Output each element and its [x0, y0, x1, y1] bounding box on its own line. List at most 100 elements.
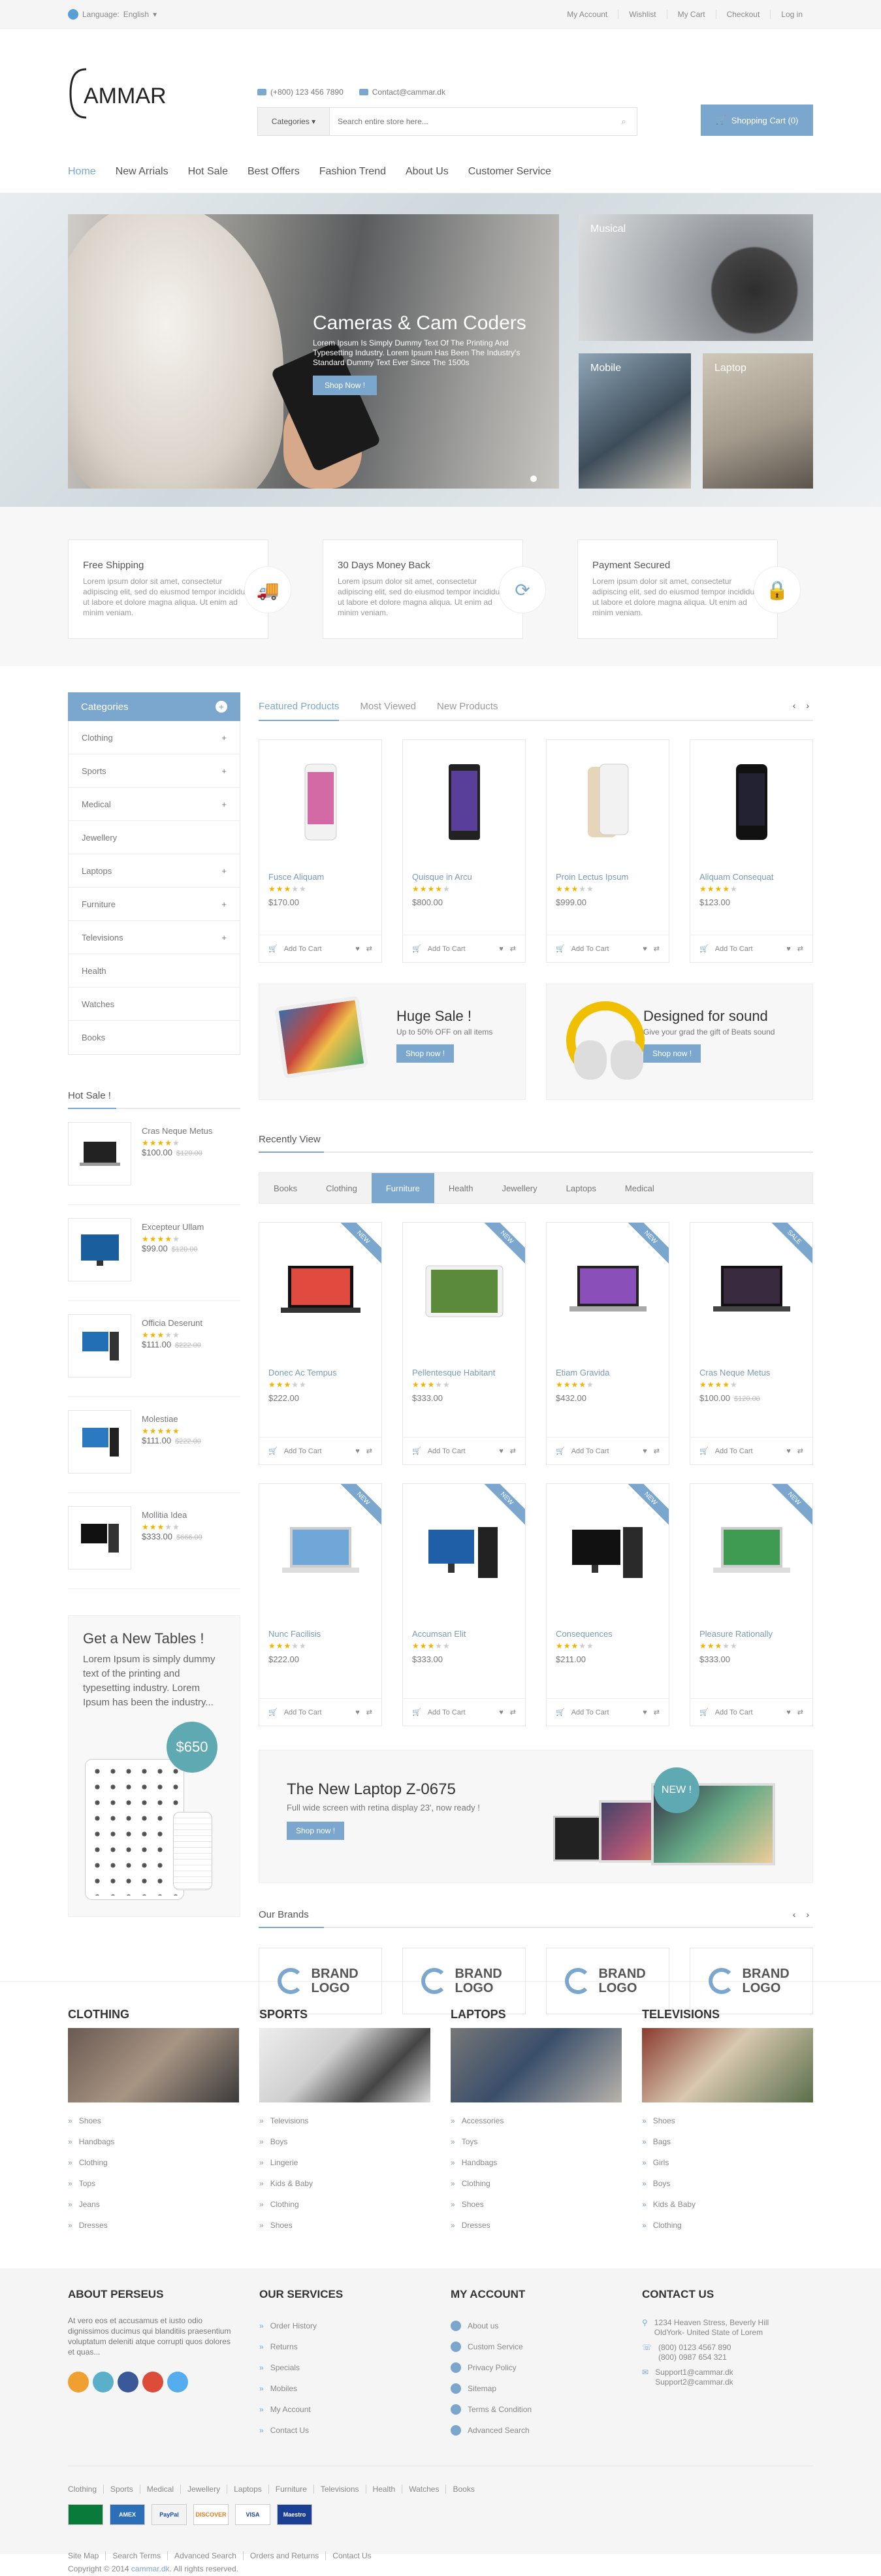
tile-mobile[interactable]: Mobile	[579, 353, 691, 489]
product-card[interactable]: SALE Cras Neque Metus ★★★★★ $100.00 $120.…	[690, 1222, 813, 1465]
my-account-link[interactable]: My Account	[556, 10, 618, 19]
facebook-icon[interactable]	[118, 2372, 138, 2392]
nav-hot-sale[interactable]: Hot Sale	[188, 166, 228, 178]
my-cart-link[interactable]: My Cart	[666, 10, 716, 19]
hero-slider[interactable]: Cameras & Cam Coders Lorem Ipsum Is Simp…	[68, 214, 559, 489]
compare-icon[interactable]: ⇄	[797, 1708, 803, 1716]
product-card[interactable]: Aliquam Consequat ★★★★★ $123.00 🛒 Add To …	[690, 739, 813, 963]
laptop-shop-button[interactable]: Shop now !	[287, 1822, 345, 1840]
filter-laptops[interactable]: Laptops	[552, 1173, 611, 1203]
brand-logo[interactable]: BRAND LOGO	[402, 1948, 526, 2014]
huge-sale-banner[interactable]: Huge Sale ! Up to 50% OFF on all items S…	[259, 984, 526, 1100]
nav-best-offers[interactable]: Best Offers	[248, 166, 300, 178]
compare-icon[interactable]: ⇄	[654, 944, 660, 953]
nav-about-us[interactable]: About Us	[406, 166, 449, 178]
desktop-thumbnail[interactable]	[68, 1410, 131, 1473]
filter-furniture[interactable]: Furniture	[371, 1173, 434, 1203]
televisions-image[interactable]	[642, 2028, 813, 2102]
category-health[interactable]: Health	[69, 954, 240, 988]
heart-icon[interactable]: ♥	[499, 1709, 504, 1716]
slider-dot[interactable]	[530, 475, 537, 482]
heart-icon[interactable]: ♥	[499, 1447, 504, 1455]
tab-most-viewed[interactable]: Most Viewed	[360, 701, 416, 712]
add-to-cart-button[interactable]: Add To Cart	[715, 1447, 780, 1455]
add-to-cart-button[interactable]: Add To Cart	[284, 1709, 349, 1716]
huge-sale-shop-button[interactable]: Shop now !	[396, 1044, 455, 1063]
phone-image[interactable]	[690, 740, 812, 864]
compare-icon[interactable]: ⇄	[797, 1447, 803, 1455]
login-link[interactable]: Log in	[770, 10, 813, 19]
compare-icon[interactable]: ⇄	[654, 1447, 660, 1455]
checkout-link[interactable]: Checkout	[715, 10, 771, 19]
product-card[interactable]: Proin Lectus Ipsum ★★★★★ $999.00 🛒 Add To…	[546, 739, 669, 963]
language-switcher[interactable]: Language: English ▾	[68, 9, 157, 20]
tab-featured-products[interactable]: Featured Products	[259, 701, 340, 721]
laptops-image[interactable]	[451, 2028, 622, 2102]
heart-icon[interactable]: ♥	[786, 1447, 791, 1455]
tile-laptop[interactable]: Laptop	[703, 353, 813, 489]
compare-icon[interactable]: ⇄	[797, 944, 803, 953]
new-laptop-banner[interactable]: The New Laptop Z-0675 Full wide screen w…	[259, 1750, 813, 1883]
add-to-cart-button[interactable]: Add To Cart	[284, 945, 349, 953]
compare-icon[interactable]: ⇄	[654, 1708, 660, 1716]
brand-logo[interactable]: BRAND LOGO	[546, 1948, 669, 2014]
filter-clothing[interactable]: Clothing	[312, 1173, 372, 1203]
product-card[interactable]: NEW Etiam Gravida ★★★★★ $432.00 🛒 Add To …	[546, 1222, 669, 1465]
nav-customer-service[interactable]: Customer Service	[468, 166, 551, 178]
hot-item[interactable]: Molestiae ★★★★★ $111.00 $222.00	[68, 1397, 240, 1493]
filter-health[interactable]: Health	[434, 1173, 488, 1203]
category-laptops[interactable]: Laptops +	[69, 854, 240, 888]
carousel-arrows[interactable]: ‹ ›	[793, 700, 813, 711]
wishlist-link[interactable]: Wishlist	[618, 10, 666, 19]
add-to-cart-button[interactable]: Add To Cart	[571, 1709, 637, 1716]
category-televisions[interactable]: Televisions +	[69, 921, 240, 954]
tv-thumbnail[interactable]	[68, 1218, 131, 1281]
heart-icon[interactable]: ♥	[786, 945, 791, 953]
compare-icon[interactable]: ⇄	[510, 1708, 516, 1716]
category-books[interactable]: Books	[69, 1021, 240, 1054]
heart-icon[interactable]: ♥	[355, 945, 360, 953]
brands-carousel-arrows[interactable]: ‹ ›	[793, 1909, 813, 1920]
sound-shop-button[interactable]: Shop now !	[643, 1044, 701, 1063]
add-to-cart-button[interactable]: Add To Cart	[284, 1447, 349, 1455]
skype-icon[interactable]	[93, 2372, 114, 2392]
search-category-select[interactable]: Categories ▾	[258, 108, 330, 135]
tablet-promo[interactable]: Get a New Tables ! Lorem Ipsum is simply…	[68, 1615, 240, 1917]
collapse-icon[interactable]: +	[216, 701, 227, 713]
add-to-cart-button[interactable]: Add To Cart	[715, 1709, 780, 1716]
heart-icon[interactable]: ♥	[499, 945, 504, 953]
heart-icon[interactable]: ♥	[643, 945, 647, 953]
brand-logo[interactable]: BRAND LOGO	[690, 1948, 813, 2014]
sound-banner[interactable]: Designed for sound Give your grad the gi…	[546, 984, 813, 1100]
category-jewellery[interactable]: Jewellery	[69, 821, 240, 854]
compare-icon[interactable]: ⇄	[366, 1447, 372, 1455]
add-to-cart-button[interactable]: Add To Cart	[428, 1709, 493, 1716]
cammar-logo[interactable]: AMMAR	[68, 64, 166, 123]
category-watches[interactable]: Watches	[69, 988, 240, 1021]
add-to-cart-button[interactable]: Add To Cart	[715, 945, 780, 953]
category-sports[interactable]: Sports +	[69, 754, 240, 788]
phone-image[interactable]	[403, 740, 525, 864]
add-to-cart-button[interactable]: Add To Cart	[571, 1447, 637, 1455]
nav-fashion-trend[interactable]: Fashion Trend	[319, 166, 386, 178]
heart-icon[interactable]: ♥	[355, 1447, 360, 1455]
sports-image[interactable]	[259, 2028, 430, 2102]
add-to-cart-button[interactable]: Add To Cart	[571, 945, 637, 953]
search-icon[interactable]: ⌕	[611, 116, 637, 127]
rss-icon[interactable]	[68, 2372, 89, 2392]
hot-item[interactable]: Excepteur Ullam ★★★★★ $99.00 $120.00	[68, 1205, 240, 1301]
tile-musical[interactable]: Musical	[579, 214, 813, 341]
heart-icon[interactable]: ♥	[355, 1709, 360, 1716]
hot-item[interactable]: Cras Neque Metus ★★★★★ $100.00 $120.00	[68, 1109, 240, 1205]
compare-icon[interactable]: ⇄	[510, 1447, 516, 1455]
phone-image[interactable]	[547, 740, 669, 864]
product-card[interactable]: NEW Pellentesque Habitant ★★★★★ $333.00 …	[402, 1222, 526, 1465]
nav-new-arrivals[interactable]: New Arrials	[116, 166, 168, 178]
filter-books[interactable]: Books	[259, 1173, 312, 1203]
category-clothing[interactable]: Clothing +	[69, 721, 240, 754]
brand-logo[interactable]: BRAND LOGO	[259, 1948, 382, 2014]
heart-icon[interactable]: ♥	[643, 1709, 647, 1716]
product-card[interactable]: NEW Accumsan Elit ★★★★★ $333.00 🛒 Add To …	[402, 1483, 526, 1726]
product-card[interactable]: Quisque in Arcu ★★★★★ $800.00 🛒 Add To Ca…	[402, 739, 526, 963]
shopping-cart-button[interactable]: 🛒 Shopping Cart (0)	[701, 105, 813, 136]
